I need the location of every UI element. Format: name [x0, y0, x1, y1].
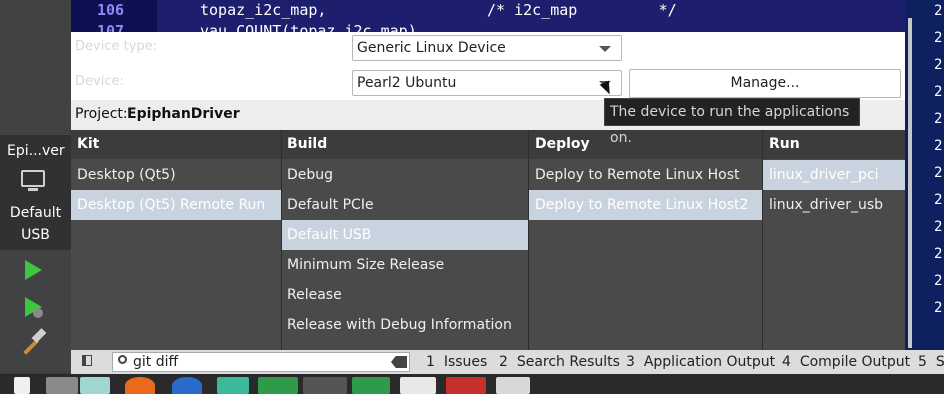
build-item-selected[interactable]: Default USB [281, 220, 528, 250]
qt-creator-icon[interactable] [258, 377, 298, 394]
run-item[interactable]: linux_driver_usb [763, 190, 905, 220]
device-type-combo[interactable]: Generic Linux Device [352, 35, 622, 61]
build-config-label-2: USB [21, 227, 50, 243]
build-header: Build [281, 130, 528, 159]
device-type-label: Device type: [75, 39, 158, 54]
code-comment: /* i2c_map */ [487, 1, 677, 19]
right-line-digit: 2 [934, 246, 943, 262]
build-item[interactable]: Release with Debug Information [281, 310, 528, 340]
thunderbird-icon[interactable] [172, 377, 202, 394]
qt-creator-icon-2[interactable] [352, 377, 390, 394]
right-line-digit: 2 [934, 111, 943, 127]
device-tooltip: The device to run the applications on. [604, 98, 860, 146]
right-line-digit: 2 [934, 273, 943, 289]
locator-value: git diff [133, 354, 179, 370]
right-line-digit: 2 [934, 138, 943, 154]
line-number: 106 [97, 1, 125, 19]
workspace-switcher-icon[interactable] [46, 377, 78, 394]
start-menu-icon[interactable] [14, 377, 30, 394]
deploy-header: Deploy [529, 130, 762, 159]
device-label: Device: [75, 74, 124, 89]
monitor-stand [28, 188, 38, 191]
target-project-label: Epi...ver [7, 143, 65, 159]
column-divider [528, 130, 529, 350]
deploy-item[interactable]: Deploy to Remote Linux Host [529, 160, 762, 190]
right-line-digit: 2 [934, 30, 943, 46]
firefox-icon[interactable] [125, 377, 155, 394]
bug-icon [33, 308, 43, 318]
application-output-pane-button[interactable]: 3 Application Output [626, 350, 775, 374]
column-divider [762, 130, 763, 350]
search-pane-button[interactable]: 5 Se [918, 350, 944, 374]
code-line: topaz_i2c_map, [200, 1, 327, 19]
project-prefix: Project: [75, 106, 128, 122]
build-item[interactable]: Default PCIe [281, 190, 528, 220]
locator-input[interactable]: git diff [112, 352, 410, 372]
issues-pane-button[interactable]: 1 Issues [426, 350, 487, 374]
settings-icon[interactable] [496, 377, 530, 394]
build-item[interactable]: Minimum Size Release [281, 250, 528, 280]
build-column: Build Debug Default PCIe Default USB Min… [281, 130, 528, 350]
device-combo[interactable]: Pearl2 Ubuntu [352, 70, 622, 96]
project-name: EpiphanDriver [127, 106, 240, 122]
right-line-digit: 2 [934, 57, 943, 73]
files-icon[interactable] [217, 377, 249, 394]
terminal-icon[interactable] [303, 377, 347, 394]
run-icon[interactable] [25, 260, 42, 280]
search-results-pane-button[interactable]: 2 Search Results [499, 350, 620, 374]
build-config-label: Default [9, 205, 62, 221]
deploy-item-selected[interactable]: Deploy to Remote Linux Host2 [529, 190, 762, 220]
workspace-active-icon[interactable] [80, 377, 110, 394]
right-line-digit: 2 [934, 192, 943, 208]
search-icon [118, 355, 127, 364]
right-line-digit: 2 [934, 219, 943, 235]
run-column: Run linux_driver_pci linux_driver_usb [763, 130, 905, 350]
column-divider [281, 130, 282, 350]
chevron-down-icon [599, 46, 611, 52]
device-type-value: Generic Linux Device [357, 40, 506, 56]
kit-column: Kit Desktop (Qt5) Desktop (Qt5) Remote R… [71, 130, 281, 350]
manage-button[interactable]: Manage... [629, 69, 901, 98]
right-line-digit: 2 [934, 300, 943, 316]
build-item[interactable]: Debug [281, 160, 528, 190]
deploy-column: Deploy Deploy to Remote Linux Host Deplo… [529, 130, 762, 350]
compile-output-pane-button[interactable]: 4 Compile Output [782, 350, 910, 374]
text-editor-icon[interactable] [400, 377, 436, 394]
right-line-digit: 2 [934, 3, 943, 19]
editor-scrollbar[interactable] [908, 18, 912, 348]
right-line-digit: 2 [934, 165, 943, 181]
run-header: Run [763, 130, 905, 159]
right-line-digit: 2 [934, 84, 943, 100]
kit-item[interactable]: Desktop (Qt5) [71, 160, 281, 190]
run-item-selected[interactable]: linux_driver_pci [763, 160, 905, 190]
device-value: Pearl2 Ubuntu [357, 75, 457, 91]
sidebar-toggle-icon[interactable] [82, 355, 92, 366]
monitor-icon [21, 170, 45, 187]
build-item[interactable]: Release [281, 280, 528, 310]
kit-header: Kit [71, 130, 281, 159]
kit-item-selected[interactable]: Desktop (Qt5) Remote Run [71, 190, 281, 220]
app-icon[interactable] [446, 377, 486, 394]
